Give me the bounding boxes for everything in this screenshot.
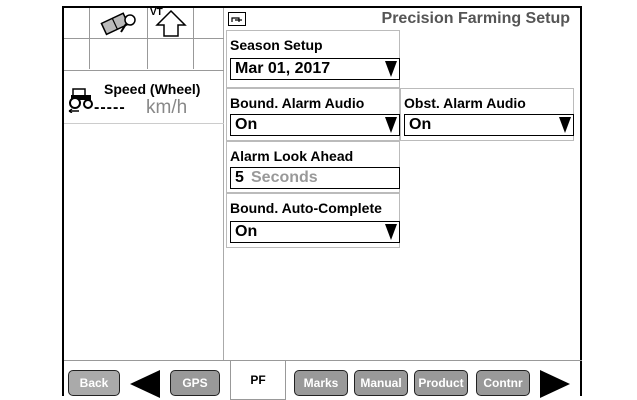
prev-arrow-icon[interactable] — [130, 370, 160, 398]
look-ahead-unit: Seconds — [251, 169, 318, 186]
obst-alarm-value: On — [409, 116, 432, 133]
tab-pf[interactable]: PF — [230, 361, 286, 400]
speed-readout: Speed (Wheel) ----- km/h — [64, 70, 224, 124]
auto-complete-dropdown[interactable]: On — [230, 221, 400, 243]
icon-bar: VT — [64, 7, 224, 69]
speed-value: ----- — [94, 99, 126, 116]
dropdown-arrow-icon — [385, 224, 397, 240]
speed-unit: km/h — [146, 97, 188, 118]
icon-slot-empty — [64, 39, 90, 69]
page-title: Precision Farming Setup — [381, 10, 570, 27]
auto-complete-label: Bound. Auto-Complete — [230, 200, 382, 216]
tab-marks[interactable]: Marks — [294, 370, 348, 396]
book-search-icon[interactable] — [90, 8, 148, 38]
dropdown-arrow-icon — [385, 61, 397, 77]
obst-alarm-group: Obst. Alarm Audio On — [400, 88, 574, 141]
back-button[interactable]: Back — [68, 370, 120, 396]
tractor-icon — [68, 88, 93, 113]
look-ahead-input[interactable]: 5 Seconds — [230, 167, 400, 189]
auto-complete-value: On — [235, 223, 258, 240]
title-menu-icon[interactable] — [228, 12, 246, 26]
icon-slot-empty — [148, 39, 194, 69]
icon-slot-empty — [194, 39, 224, 69]
speed-title: Speed (Wheel) — [104, 81, 201, 97]
display-frame: VT Speed (Wheel) ----- km/h Precision Fa… — [62, 6, 582, 400]
vt-icon[interactable]: VT — [148, 7, 194, 38]
tab-gps[interactable]: GPS — [170, 370, 220, 396]
season-dropdown[interactable]: Mar 01, 2017 — [230, 58, 400, 80]
bound-alarm-group: Bound. Alarm Audio On — [226, 88, 400, 141]
season-value: Mar 01, 2017 — [235, 60, 331, 77]
dropdown-arrow-icon — [385, 117, 397, 133]
left-panel: VT Speed (Wheel) ----- km/h — [64, 7, 224, 360]
bound-alarm-dropdown[interactable]: On — [230, 114, 400, 136]
bound-alarm-label: Bound. Alarm Audio — [230, 95, 365, 111]
look-ahead-number: 5 — [235, 169, 244, 186]
tab-product[interactable]: Product — [414, 370, 468, 396]
season-group: Season Setup Mar 01, 2017 — [226, 30, 400, 88]
title-bar: Precision Farming Setup — [226, 10, 574, 30]
next-arrow-icon[interactable] — [540, 370, 570, 398]
obst-alarm-dropdown[interactable]: On — [404, 114, 574, 136]
dropdown-arrow-icon — [559, 117, 571, 133]
icon-slot-empty — [194, 8, 224, 38]
tab-contnr[interactable]: Contnr — [476, 370, 530, 396]
look-ahead-group: Alarm Look Ahead 5 Seconds — [226, 141, 400, 193]
bound-alarm-value: On — [235, 116, 258, 133]
obst-alarm-label: Obst. Alarm Audio — [404, 95, 526, 111]
icon-slot-empty — [64, 8, 90, 38]
auto-complete-group: Bound. Auto-Complete On — [226, 193, 400, 248]
look-ahead-label: Alarm Look Ahead — [230, 148, 354, 164]
tab-bar: Back GPS PF Marks Manual Product Contnr — [64, 360, 582, 400]
season-label: Season Setup — [230, 37, 323, 53]
tab-manual[interactable]: Manual — [354, 370, 408, 396]
icon-slot-empty — [90, 39, 148, 69]
